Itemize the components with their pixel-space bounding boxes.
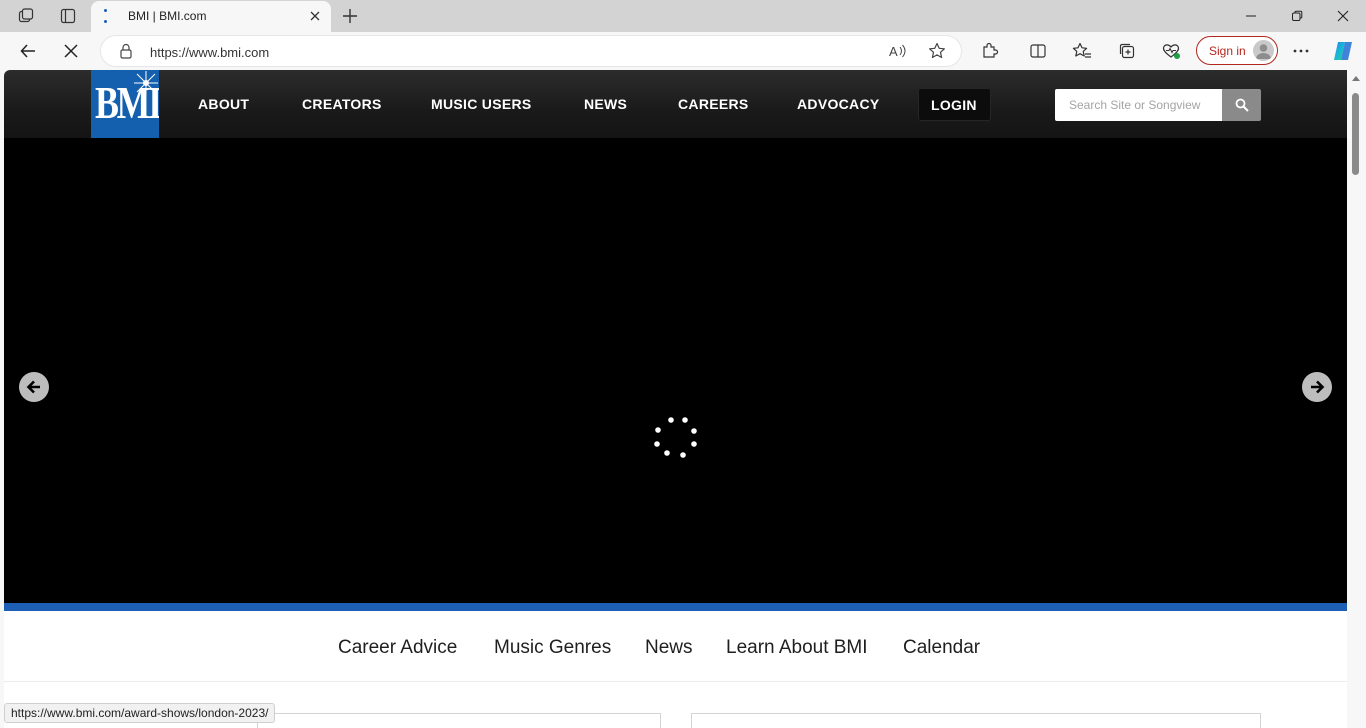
tab-title: BMI | BMI.com xyxy=(128,9,207,23)
search-icon xyxy=(1235,98,1249,112)
scroll-up-icon[interactable] xyxy=(1352,76,1360,81)
extensions-icon[interactable] xyxy=(976,38,1004,64)
plus-icon[interactable] xyxy=(338,4,362,28)
content-card-right xyxy=(691,713,1261,728)
login-label: LOGIN xyxy=(931,97,977,113)
stop-icon[interactable] xyxy=(57,38,85,64)
nav-careers[interactable]: CAREERS xyxy=(678,96,749,112)
status-url-tooltip: https://www.bmi.com/award-shows/london-2… xyxy=(4,703,276,723)
subnav-news[interactable]: News xyxy=(645,637,693,659)
nav-about[interactable]: ABOUT xyxy=(198,96,249,112)
close-icon[interactable] xyxy=(307,8,323,24)
hero-accent-bar xyxy=(4,603,1347,611)
sign-in-label: Sign in xyxy=(1209,44,1246,58)
arrow-right-icon[interactable] xyxy=(1302,372,1332,402)
performance-icon[interactable] xyxy=(1157,38,1185,64)
bmi-logo[interactable]: BMI xyxy=(91,70,159,138)
url-text[interactable]: https://www.bmi.com xyxy=(150,45,269,60)
address-bar[interactable]: https://www.bmi.com A xyxy=(100,35,962,67)
search-button[interactable] xyxy=(1222,89,1261,121)
nav-music-users[interactable]: MUSIC USERS xyxy=(431,96,532,112)
subnav-career-advice[interactable]: Career Advice xyxy=(338,637,457,659)
nav-creators[interactable]: CREATORS xyxy=(302,96,382,112)
browser-toolbar: https://www.bmi.com A Sign in xyxy=(0,32,1366,70)
page-viewport: BMI ABOUT CREATORS MUSIC USERS NEWS CARE… xyxy=(4,70,1347,728)
window-close-icon[interactable] xyxy=(1320,0,1366,32)
site-header: BMI ABOUT CREATORS MUSIC USERS NEWS CARE… xyxy=(4,70,1347,138)
tab-bar: BMI | BMI.com xyxy=(0,0,1366,32)
page-scrollbar[interactable] xyxy=(1347,70,1366,728)
sign-in-button[interactable]: Sign in xyxy=(1196,36,1278,65)
subnav-calendar[interactable]: Calendar xyxy=(903,637,980,659)
copilot-icon[interactable] xyxy=(1329,38,1357,64)
subnav-music-genres[interactable]: Music Genres xyxy=(494,637,611,659)
profile-avatar-icon xyxy=(1253,40,1274,61)
login-button[interactable]: LOGIN xyxy=(918,88,991,121)
scroll-thumb[interactable] xyxy=(1352,93,1359,175)
arrow-left-icon[interactable] xyxy=(19,372,49,402)
workspaces-icon[interactable] xyxy=(13,4,39,28)
nav-advocacy[interactable]: ADVOCACY xyxy=(797,96,880,112)
split-screen-icon[interactable] xyxy=(1024,38,1052,64)
restore-icon[interactable] xyxy=(1274,0,1320,32)
hero-carousel xyxy=(4,138,1347,603)
content-card-left xyxy=(257,713,661,728)
read-aloud-icon[interactable]: A xyxy=(889,43,907,64)
more-icon[interactable] xyxy=(1287,38,1315,64)
subnav-learn-about-bmi[interactable]: Learn About BMI xyxy=(726,637,868,659)
site-favicon xyxy=(103,9,107,23)
site-search-input[interactable]: Search Site or Songview xyxy=(1055,89,1222,121)
section-divider xyxy=(4,681,1347,682)
active-tab[interactable]: BMI | BMI.com xyxy=(91,1,331,32)
back-icon[interactable] xyxy=(14,38,42,64)
loading-spinner-icon xyxy=(654,417,697,458)
nav-news[interactable]: NEWS xyxy=(584,96,627,112)
collections-icon[interactable] xyxy=(1113,38,1141,64)
logo-starburst-icon xyxy=(134,71,158,95)
favorites-icon[interactable] xyxy=(1068,38,1096,64)
star-icon[interactable] xyxy=(928,42,946,65)
search-placeholder: Search Site or Songview xyxy=(1069,98,1201,112)
svg-text:A: A xyxy=(889,44,898,59)
lock-icon[interactable] xyxy=(119,43,133,64)
minimize-icon[interactable] xyxy=(1228,0,1274,32)
tab-actions-icon[interactable] xyxy=(55,4,81,28)
